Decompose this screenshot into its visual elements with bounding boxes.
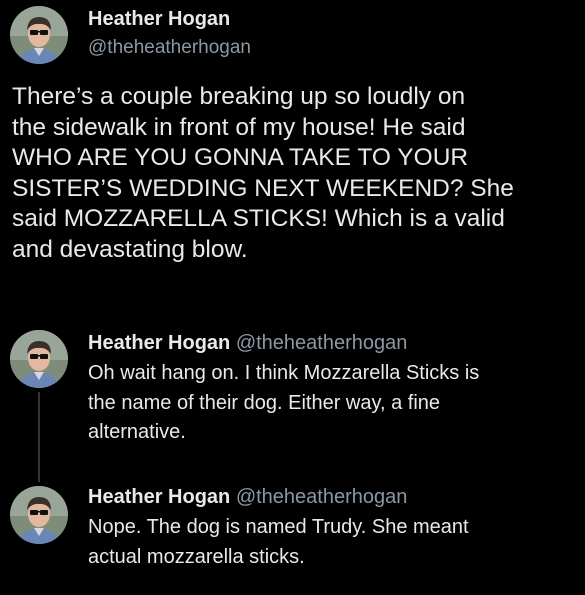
tweet-text-line: the name of their dog. Either way, a fin… [88, 391, 441, 414]
reply-header: Heather Hogan @theheatherhogan [88, 483, 578, 511]
reply-header: Heather Hogan @theheatherhogan [88, 329, 578, 357]
tweet-text-line: and devastating blow. [12, 235, 248, 263]
tweet-text-line: SISTER’S WEDDING NEXT WEEKEND? She [12, 174, 514, 202]
tweet-text: There’s a couple breaking up so loudly o… [12, 82, 578, 265]
author-handle[interactable]: @theheatherhogan [236, 486, 408, 508]
tweet-text-line: WHO ARE YOU GONNA TAKE TO YOUR [12, 144, 469, 171]
author-name[interactable]: Heather Hogan [88, 486, 230, 508]
author-name[interactable]: Heather Hogan [88, 332, 230, 354]
tweet-text-line: alternative. [88, 421, 186, 443]
tweet-text-line: said MOZZARELLA STICKS! Which is a valid [12, 205, 505, 232]
profile-photo-icon [10, 330, 68, 388]
thread-connector-line [38, 392, 40, 482]
reply-content: Heather Hogan @theheatherhogan Oh wait h… [88, 329, 578, 448]
tweet-text-line: the sidewalk in front of my house! He sa… [12, 113, 466, 141]
tweet-text-line: Oh wait hang on. I think Mozzarella Stic… [88, 362, 480, 384]
author-handle[interactable]: @theheatherhogan [88, 37, 251, 59]
author-name[interactable]: Heather Hogan [88, 8, 230, 31]
avatar[interactable] [10, 330, 68, 388]
tweet-text-line: Nope. The dog is named Trudy. She meant [88, 516, 469, 538]
tweet-text: Oh wait hang on. I think Mozzarella Stic… [88, 359, 578, 448]
tweet-text-line: There’s a couple breaking up so loudly o… [12, 83, 466, 110]
reply-content: Heather Hogan @theheatherhogan Nope. The… [88, 483, 578, 572]
tweet-text: Nope. The dog is named Trudy. She meant … [88, 513, 578, 572]
profile-photo-icon [10, 6, 68, 64]
profile-photo-icon [10, 486, 68, 544]
tweet-text-line: actual mozzarella sticks. [88, 545, 305, 568]
author-handle[interactable]: @theheatherhogan [236, 332, 408, 354]
avatar[interactable] [10, 6, 68, 64]
avatar[interactable] [10, 486, 68, 544]
